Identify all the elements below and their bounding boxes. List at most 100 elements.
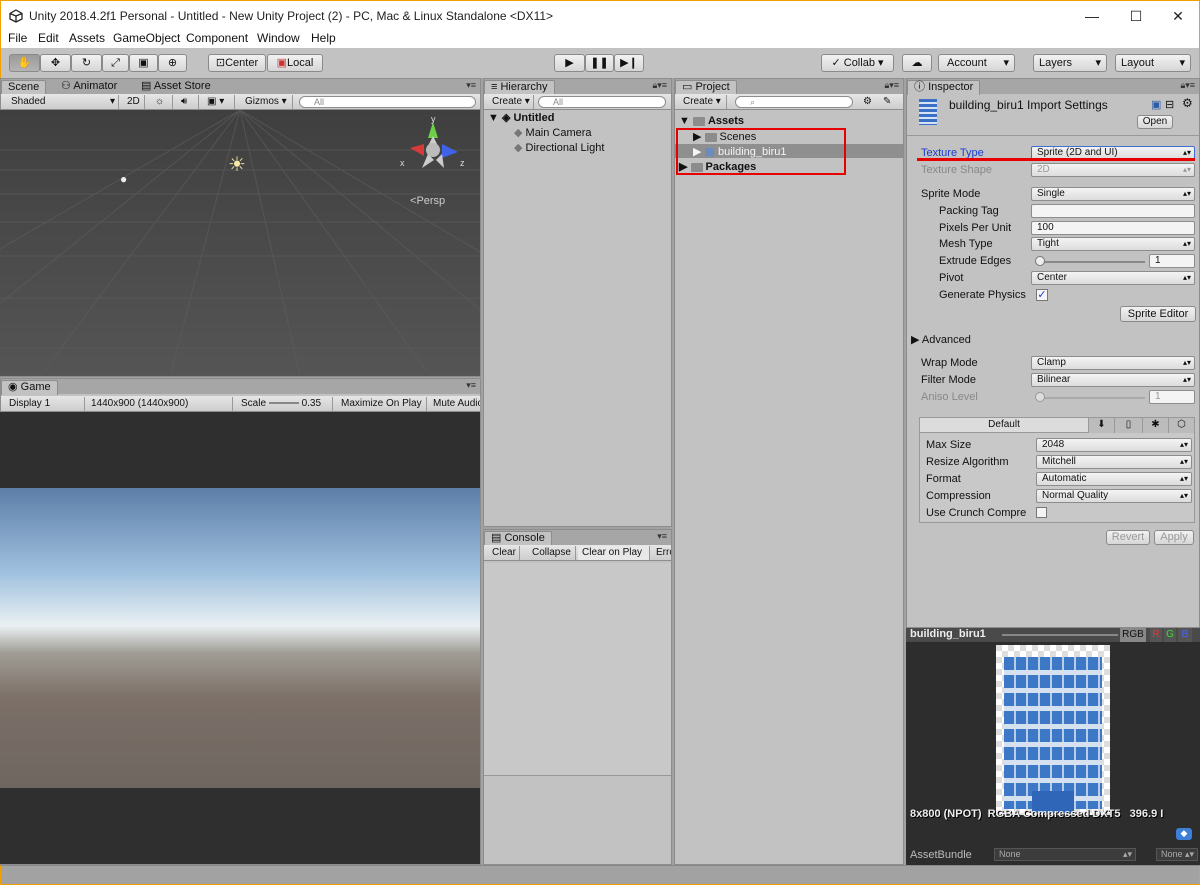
html5-icon[interactable]: ⬡: [1168, 418, 1194, 433]
gizmos-dropdown[interactable]: Gizmos ▾: [241, 95, 293, 109]
open-button[interactable]: Open: [1137, 115, 1173, 129]
red-channel-toggle[interactable]: R: [1150, 628, 1162, 642]
maximize-on-play-toggle[interactable]: Maximize On Play: [337, 397, 427, 411]
tab-scene[interactable]: Scene: [1, 80, 47, 95]
packing-tag-input[interactable]: [1031, 204, 1195, 218]
effects-dropdown[interactable]: ▣ ▾: [203, 95, 235, 109]
menu-help[interactable]: Help: [311, 31, 336, 45]
close-button[interactable]: ✕: [1155, 3, 1200, 29]
console-clear-button[interactable]: Clear: [488, 546, 520, 560]
transform-tool-button[interactable]: ⊕: [158, 54, 187, 72]
minimize-button[interactable]: —: [1069, 3, 1115, 29]
resize-algorithm-dropdown[interactable]: Mitchell ▴▾: [1036, 455, 1192, 469]
mesh-type-dropdown[interactable]: Tight ▴▾: [1031, 237, 1195, 251]
preset-icon[interactable]: ⊟: [1165, 98, 1174, 111]
orientation-gizmo-icon[interactable]: y x z: [398, 116, 468, 180]
shading-mode-dropdown[interactable]: Shaded ▾: [7, 95, 119, 109]
extrude-edges-input[interactable]: 1: [1149, 254, 1195, 268]
pivot-dropdown[interactable]: Center ▴▾: [1031, 271, 1195, 285]
filter-mode-dropdown[interactable]: Bilinear ▴▾: [1031, 373, 1195, 387]
tab-inspector[interactable]: ⓘ Inspector: [907, 80, 981, 95]
collab-button[interactable]: ✓ Collab ▾: [821, 54, 894, 72]
tag-icon[interactable]: ◆: [1176, 828, 1192, 840]
scene-viewport[interactable]: ☀ ● y x z <Persp: [0, 110, 480, 376]
platform-tab-default[interactable]: Default: [920, 418, 1088, 433]
hierarchy-item-main-camera[interactable]: ◆ Main Camera: [514, 126, 592, 139]
tab-game[interactable]: ◉ Game: [1, 380, 58, 395]
scene-search-input[interactable]: All: [299, 96, 476, 108]
hand-tool-button[interactable]: ✋: [9, 54, 40, 72]
tab-hierarchy[interactable]: ≡ Hierarchy: [484, 80, 555, 95]
pause-button[interactable]: ❚❚: [585, 54, 614, 72]
play-button[interactable]: ▶: [554, 54, 585, 72]
audio-toggle[interactable]: 🔊︎: [177, 95, 199, 109]
perspective-label[interactable]: <Persp: [410, 195, 445, 207]
camera-gizmo-icon[interactable]: ●: [120, 172, 127, 186]
tab-asset-store[interactable]: ▤ Asset Store: [135, 80, 217, 95]
display-dropdown[interactable]: Display 1: [5, 397, 85, 411]
pixels-per-unit-input[interactable]: 100: [1031, 221, 1195, 235]
help-icon[interactable]: ▣: [1151, 98, 1161, 111]
extrude-edges-slider[interactable]: [1037, 261, 1145, 263]
panel-menu-icon[interactable]: ▾≡: [466, 80, 476, 91]
panel-menu-icon[interactable]: 🔒︎▾≡: [1180, 80, 1195, 91]
resolution-dropdown[interactable]: 1440x900 (1440x900): [87, 397, 233, 411]
assets-folder[interactable]: ▼ Assets: [679, 115, 744, 127]
panel-menu-icon[interactable]: 🔒︎▾≡: [652, 80, 667, 91]
green-channel-toggle[interactable]: G: [1164, 628, 1176, 642]
menu-window[interactable]: Window: [257, 31, 300, 45]
max-size-dropdown[interactable]: 2048 ▴▾: [1036, 438, 1192, 452]
filter-by-type-icon[interactable]: ⚙: [859, 95, 875, 109]
assetbundle-dropdown[interactable]: None ▴▾: [994, 848, 1136, 861]
scale-tool-button[interactable]: ⤢: [102, 54, 129, 72]
maximize-button[interactable]: ☐: [1113, 3, 1159, 29]
rect-tool-button[interactable]: ▣: [129, 54, 158, 72]
hierarchy-create-dropdown[interactable]: Create ▾: [488, 95, 534, 109]
mute-audio-toggle[interactable]: Mute Audio: [429, 397, 481, 411]
pivot-center-button[interactable]: ⊡Center: [208, 54, 266, 72]
gear-icon[interactable]: ⚙: [1182, 96, 1193, 110]
panel-menu-icon[interactable]: 🔒︎▾≡: [884, 80, 899, 91]
console-error-pause-toggle[interactable]: Error: [652, 546, 671, 560]
blue-channel-toggle[interactable]: B: [1178, 628, 1192, 642]
panel-menu-icon[interactable]: ▾≡: [657, 531, 667, 542]
project-create-dropdown[interactable]: Create ▾: [679, 95, 727, 109]
advanced-foldout[interactable]: ▶ Advanced: [911, 333, 971, 346]
android-icon[interactable]: ✱: [1142, 418, 1168, 433]
cloud-button[interactable]: ☁: [902, 54, 932, 72]
menu-gameobject[interactable]: GameObject: [113, 31, 180, 45]
sprite-mode-dropdown[interactable]: Single ▴▾: [1031, 187, 1195, 201]
revert-button[interactable]: Revert: [1106, 530, 1150, 545]
compression-dropdown[interactable]: Normal Quality ▴▾: [1036, 489, 1192, 503]
step-button[interactable]: ▶❙: [614, 54, 644, 72]
mobile-icon[interactable]: ▯: [1114, 418, 1142, 433]
slider-thumb[interactable]: [1035, 256, 1045, 266]
project-search-input[interactable]: ⌕: [735, 96, 853, 108]
console-collapse-button[interactable]: Collapse: [528, 546, 576, 560]
use-crunch-checkbox[interactable]: [1036, 507, 1047, 518]
layout-dropdown[interactable]: Layout ▾: [1115, 54, 1191, 72]
menu-assets[interactable]: Assets: [69, 31, 105, 45]
assetbundle-variant-dropdown[interactable]: None ▴▾: [1156, 848, 1198, 861]
tab-project[interactable]: ▭ Project: [675, 80, 737, 95]
filter-by-label-icon[interactable]: ✎: [879, 95, 897, 109]
layers-dropdown[interactable]: Layers ▾: [1033, 54, 1107, 72]
download-icon[interactable]: ⬇: [1088, 418, 1114, 433]
move-tool-button[interactable]: ✥: [40, 54, 71, 72]
light-gizmo-icon[interactable]: ☀: [228, 152, 246, 177]
pivot-local-button[interactable]: ▣Local: [267, 54, 323, 72]
tab-console[interactable]: ▤ Console: [484, 531, 552, 546]
rotate-tool-button[interactable]: ↻: [71, 54, 102, 72]
hierarchy-item-directional-light[interactable]: ◆ Directional Light: [514, 141, 604, 154]
menu-file[interactable]: File: [8, 31, 27, 45]
game-viewport[interactable]: [0, 412, 480, 864]
sprite-editor-button[interactable]: Sprite Editor: [1120, 306, 1196, 322]
lighting-toggle[interactable]: ☼: [151, 95, 173, 109]
scale-slider[interactable]: Scale 0.35: [237, 397, 333, 411]
apply-button[interactable]: Apply: [1154, 530, 1194, 545]
preview-drag-handle[interactable]: [1002, 634, 1118, 636]
menu-edit[interactable]: Edit: [38, 31, 59, 45]
tab-animator[interactable]: ⚇ Animator: [55, 80, 124, 95]
console-clear-on-play-toggle[interactable]: Clear on Play: [578, 546, 650, 560]
generate-physics-checkbox[interactable]: ✓: [1036, 289, 1048, 301]
